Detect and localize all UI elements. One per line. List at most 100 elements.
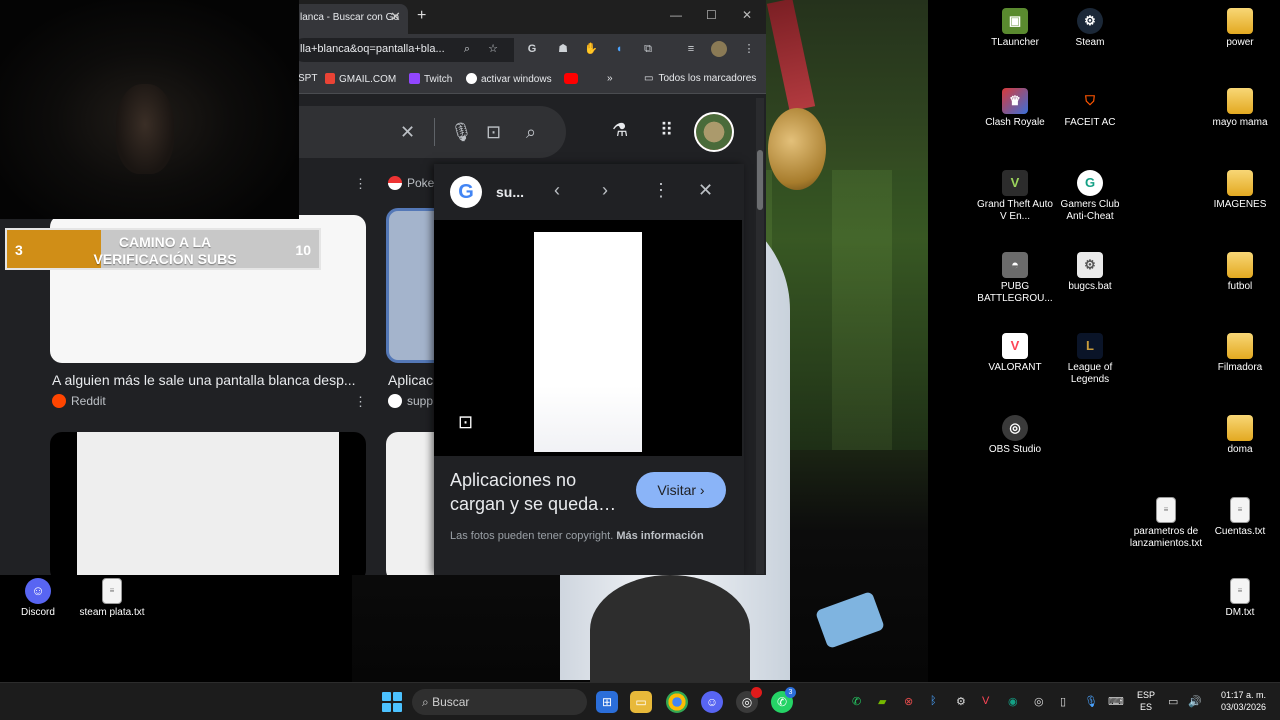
desktop-icon-obs[interactable]: ◎ OBS Studio <box>977 415 1053 456</box>
close-window-icon[interactable]: ✕ <box>742 8 752 22</box>
bookmark-star-icon[interactable]: ☆ <box>485 41 501 57</box>
bookmark-twitch[interactable]: Twitch <box>409 73 452 85</box>
desktop-icon-label: League of Legends <box>1067 362 1113 385</box>
result-image-3[interactable] <box>50 432 366 575</box>
extension-cat-icon[interactable]: ☗ <box>555 41 571 57</box>
bookmark-activar-windows[interactable]: activar windows <box>466 73 552 85</box>
clear-icon[interactable]: ✕ <box>400 122 415 143</box>
new-tab-icon[interactable]: + <box>417 7 426 25</box>
desktop-icon-futbol[interactable]: futbol <box>1202 252 1278 293</box>
desktop-icon-faceit[interactable]: ⛉ FACEIT AC <box>1052 88 1128 129</box>
desktop-icon-steam[interactable]: ⚙ Steam <box>1052 8 1128 49</box>
panel-site-name[interactable]: su... <box>496 184 524 200</box>
tray-gamersclub-icon[interactable]: ◉ <box>1008 695 1018 708</box>
desktop-icon-bugcs[interactable]: ⚙ bugcs.bat <box>1052 252 1128 293</box>
result-source-1[interactable]: Reddit <box>52 394 106 408</box>
desktop-icon-tlauncher[interactable]: ▣ TLauncher <box>977 8 1053 49</box>
extensions-puzzle-icon[interactable]: ⧉ <box>640 41 656 57</box>
lens-search-icon[interactable]: ⊡ <box>458 412 473 433</box>
desktop-icon-imagenes[interactable]: IMAGENES <box>1202 170 1278 211</box>
desktop-icon-discord[interactable]: ☺ Discord <box>0 578 76 619</box>
apps-grid-icon[interactable]: ⠿ <box>660 120 673 141</box>
desktop-icon-steam-plata[interactable]: ≡ steam plata.txt <box>74 578 150 619</box>
bookmarks-overflow[interactable]: » <box>607 73 613 84</box>
bookmark-all[interactable]: ▭ Todos los marcadores <box>644 73 756 84</box>
desktop-icon-valorant[interactable]: V VALORANT <box>977 333 1053 374</box>
desktop-icon-pubg[interactable]: ◓ PUBG BATTLEGROU... <box>977 252 1053 305</box>
address-bar[interactable]: lla+blanca&oq=pantalla+bla... <box>292 38 514 62</box>
zoom-icon[interactable]: ⌕ <box>459 41 475 57</box>
bookmark-gmail[interactable]: GMAIL.COM <box>325 73 396 85</box>
tray-nvidia-icon[interactable]: ▰ <box>878 695 886 708</box>
extension-hand-icon[interactable]: ✋ <box>583 41 599 57</box>
gta-icon: V <box>1002 170 1028 196</box>
taskbar-search[interactable]: ⌕ Buscar <box>412 689 587 715</box>
tab-close-icon[interactable]: ✕ <box>390 9 401 25</box>
search-icon[interactable]: ⌕ <box>526 122 536 143</box>
desktop-icon-label: bugcs.bat <box>1068 281 1112 292</box>
panel-close-icon[interactable]: ✕ <box>698 180 713 201</box>
scroll-thumb[interactable] <box>757 150 763 210</box>
panel-title[interactable]: Aplicaciones no cargan y se queda… <box>450 468 630 516</box>
network-icon[interactable]: ▭ <box>1168 695 1178 708</box>
volume-icon[interactable]: 🔊 <box>1188 695 1202 708</box>
prev-arrow-icon[interactable]: ‹ <box>554 180 560 201</box>
more-options-icon[interactable]: ⋮ <box>354 176 367 192</box>
file-explorer-icon[interactable]: ▭ <box>630 691 652 713</box>
maximize-icon[interactable]: ☐ <box>706 8 717 22</box>
panel-menu-icon[interactable]: ⋮ <box>652 180 670 201</box>
store-icon[interactable]: ⊞ <box>596 691 618 713</box>
bookmark-youtube[interactable] <box>564 73 582 85</box>
tray-usb-icon[interactable]: ▯ <box>1060 695 1066 708</box>
result-title-1[interactable]: A alguien más le sale una pantalla blanc… <box>52 372 360 388</box>
media-queue-icon[interactable]: ≡ <box>683 41 699 57</box>
microphone-icon[interactable]: 🎙 <box>450 122 473 143</box>
extension-audio-icon[interactable]: ◖ <box>611 41 627 57</box>
search-box[interactable]: ✕ 🎙 ⊡ ⌕ <box>280 106 566 158</box>
keyboard-layout: ES <box>1140 702 1153 712</box>
desktop-icon-clash-royale[interactable]: ♛ Clash Royale <box>977 88 1053 129</box>
google-extension-icon[interactable]: G <box>524 41 540 57</box>
account-avatar[interactable] <box>694 112 734 152</box>
next-arrow-icon[interactable]: › <box>602 180 608 201</box>
desktop-icon-parametros[interactable]: ≡ parametros de lanzamientos.txt <box>1120 497 1212 550</box>
preview-image[interactable]: ⊡ <box>434 220 742 456</box>
desktop-icon-gamers-club[interactable]: G Gamers Club Anti-Cheat <box>1052 170 1128 223</box>
tray-faceit-icon[interactable]: ⊗ <box>904 695 913 708</box>
tray-mic-icon[interactable]: 🎙 <box>1084 695 1098 708</box>
profile-icon[interactable] <box>711 41 727 57</box>
tray-whatsapp-icon[interactable]: ✆ <box>852 695 861 708</box>
result-source-2[interactable]: supp <box>388 394 433 408</box>
chip-pokemon[interactable]: Poke <box>388 176 434 190</box>
tray-steam-icon[interactable]: ⚙ <box>956 695 966 708</box>
tray-obs-icon[interactable]: ◎ <box>1034 695 1044 708</box>
desktop-icon-label: steam plata.txt <box>79 607 145 618</box>
result-menu-icon[interactable]: ⋮ <box>354 394 367 410</box>
desktop-icon-cuentas[interactable]: ≡ Cuentas.txt <box>1202 497 1278 538</box>
desktop-icon-mayo-mama[interactable]: mayo mama <box>1202 88 1278 129</box>
start-button[interactable] <box>382 692 402 712</box>
desktop-icon-power[interactable]: power <box>1202 8 1278 49</box>
page-scrollbar[interactable] <box>756 98 764 574</box>
desktop-icon-filmadora[interactable]: Filmadora <box>1202 333 1278 374</box>
bookmark-spt[interactable]: SPT <box>298 73 317 84</box>
desktop-icon-doma[interactable]: doma <box>1202 415 1278 456</box>
browser-menu-icon[interactable]: ⋮ <box>741 41 757 57</box>
minimize-icon[interactable]: — <box>670 8 682 22</box>
lens-icon[interactable]: ⊡ <box>486 122 501 143</box>
more-info-link[interactable]: Más información <box>616 530 703 542</box>
tray-bluetooth-icon[interactable]: ᛒ <box>930 695 937 707</box>
language-indicator[interactable]: ESP ES <box>1137 689 1155 713</box>
desktop-icon-league[interactable]: L League of Legends <box>1052 333 1128 386</box>
tray-keyboard-icon[interactable]: ⌨ <box>1108 695 1124 708</box>
desktop-icon-gta[interactable]: V Grand Theft Auto V En... <box>977 170 1053 223</box>
chrome-icon[interactable] <box>666 691 688 713</box>
desktop-icon-dm[interactable]: ≡ DM.txt <box>1202 578 1278 619</box>
result-title-2[interactable]: Aplicac <box>388 372 434 388</box>
gmail-icon <box>325 73 335 84</box>
tray-valorant-icon[interactable]: V <box>982 695 989 707</box>
system-clock[interactable]: 01:17 a. m. 03/03/2026 <box>1212 689 1266 713</box>
discord-taskbar-icon[interactable]: ☺ <box>701 691 723 713</box>
labs-flask-icon[interactable]: ⚗ <box>612 120 628 141</box>
visit-button[interactable]: Visitar › <box>636 472 726 508</box>
